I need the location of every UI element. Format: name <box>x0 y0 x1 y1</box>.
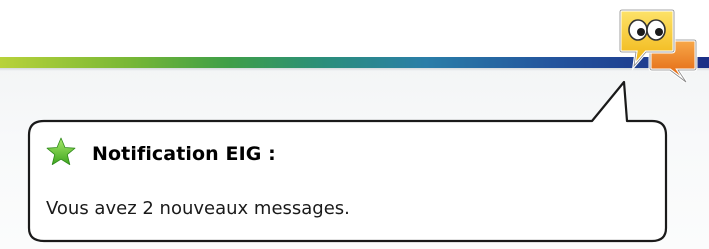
notification-message: Vous avez 2 nouveaux messages. <box>46 198 350 219</box>
notification-screen: Notification EIG : Vous avez 2 nouveaux … <box>0 0 709 249</box>
balloon-content: Notification EIG : Vous avez 2 nouveaux … <box>46 134 656 234</box>
chat-bubbles-icon[interactable] <box>616 4 700 92</box>
star-icon <box>46 137 76 166</box>
balloon-title-row: Notification EIG : <box>46 134 656 174</box>
notification-title: Notification EIG : <box>92 143 276 165</box>
